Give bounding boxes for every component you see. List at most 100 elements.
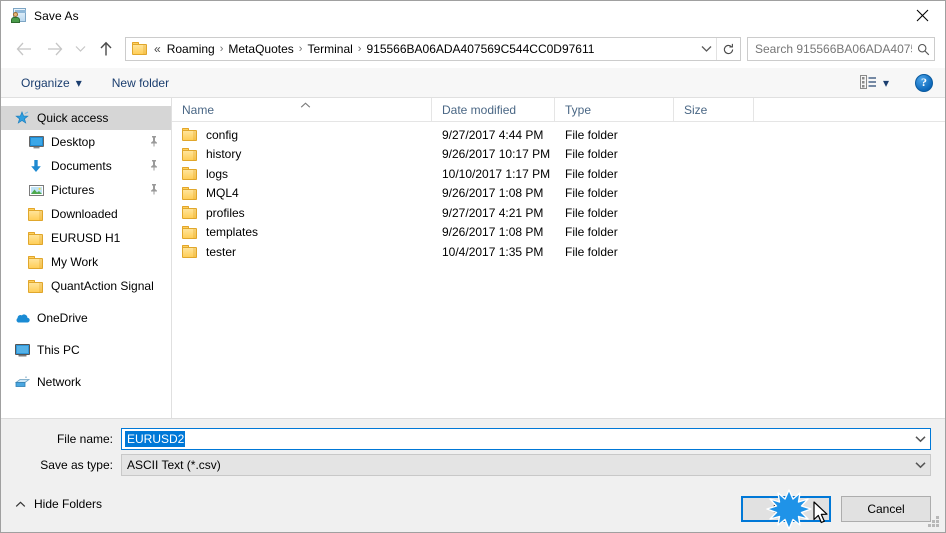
table-row[interactable]: MQL4 9/26/2017 1:08 PM File folder: [172, 184, 945, 204]
table-row[interactable]: history 9/26/2017 10:17 PM File folder: [172, 145, 945, 165]
hide-folders-button[interactable]: Hide Folders: [15, 493, 102, 515]
table-row[interactable]: config 9/27/2017 4:44 PM File folder: [172, 125, 945, 145]
file-type-cell: File folder: [565, 225, 618, 240]
table-row[interactable]: templates 9/26/2017 1:08 PM File folder: [172, 223, 945, 243]
file-name-label: tester: [206, 244, 237, 259]
save-button-label: Save: [772, 502, 800, 516]
pin-icon[interactable]: [149, 135, 159, 150]
file-date-cell: 9/26/2017 1:08 PM: [442, 225, 544, 240]
help-button[interactable]: ?: [915, 73, 933, 92]
up-button[interactable]: [91, 34, 121, 64]
close-button[interactable]: [899, 1, 945, 30]
sidebar-item-label: This PC: [37, 343, 80, 357]
column-header-size[interactable]: Size: [674, 98, 754, 122]
table-row[interactable]: tester 10/4/2017 1:35 PM File folder: [172, 242, 945, 262]
folder-icon: [182, 128, 198, 142]
search-input[interactable]: Search 915566BA06ADA40756...: [755, 42, 912, 56]
folder-icon: [182, 245, 198, 259]
file-name-cell: profiles: [172, 206, 432, 220]
title-bar: Save As: [1, 1, 945, 30]
chevron-down-icon[interactable]: [911, 429, 930, 449]
file-name-label: MQL4: [206, 186, 239, 201]
search-box[interactable]: Search 915566BA06ADA40756...: [747, 37, 935, 61]
sidebar-item-this-pc[interactable]: This PC: [1, 338, 171, 362]
save-as-type-select[interactable]: ASCII Text (*.csv): [121, 454, 931, 476]
sidebar-item-pictures[interactable]: Pictures: [1, 178, 171, 202]
search-icon: [912, 43, 934, 56]
chevron-up-icon: [15, 500, 26, 508]
chevron-down-icon: ▾: [882, 75, 889, 90]
save-as-icon: [11, 7, 27, 24]
resize-grip[interactable]: [928, 516, 941, 529]
chevron-down-icon[interactable]: [911, 455, 930, 475]
folder-icon: [182, 167, 198, 181]
column-header-row: Name Date modified Type Size: [172, 98, 945, 122]
recent-locations-button[interactable]: [69, 34, 91, 64]
save-form: File name: EURUSD2 Save as type: ASCII T…: [1, 418, 945, 490]
dialog-footer: Hide Folders Save Cancel: [1, 490, 945, 532]
file-name-label: templates: [206, 225, 259, 240]
breadcrumb-item-metaquotes[interactable]: MetaQuotes: [224, 42, 297, 56]
sidebar-item-label: Pictures: [51, 183, 95, 197]
navigation-pane: Quick access Desktop Documents Pictures …: [1, 98, 172, 418]
file-type-cell: File folder: [565, 244, 618, 259]
breadcrumb-item-current[interactable]: 915566BA06ADA407569C544CC0D97611: [362, 42, 598, 56]
sidebar-item-eurusd-h1[interactable]: EURUSD H1: [1, 226, 171, 250]
up-arrow-icon: [100, 41, 112, 56]
file-type-cell: File folder: [565, 166, 618, 181]
back-arrow-icon: [16, 42, 31, 56]
file-name-value: EURUSD2: [125, 431, 186, 447]
column-header-date-modified[interactable]: Date modified: [432, 98, 555, 122]
sidebar-item-my-work[interactable]: My Work: [1, 250, 171, 274]
file-name-cell: MQL4: [172, 186, 432, 200]
sidebar-item-desktop[interactable]: Desktop: [1, 130, 171, 154]
address-dropdown-button[interactable]: [696, 38, 716, 60]
column-header-label: Name: [182, 102, 215, 117]
cancel-button[interactable]: Cancel: [841, 496, 931, 522]
sidebar-item-documents[interactable]: Documents: [1, 154, 171, 178]
save-button[interactable]: Save: [741, 496, 831, 522]
folder-icon: [182, 147, 198, 161]
column-header-type[interactable]: Type: [555, 98, 674, 122]
address-bar[interactable]: « Roaming › MetaQuotes › Terminal › 9155…: [125, 37, 741, 61]
organize-button[interactable]: Organize ▾: [13, 71, 90, 95]
forward-button[interactable]: [39, 34, 69, 64]
cancel-button-label: Cancel: [867, 502, 905, 516]
sidebar-item-downloaded[interactable]: Downloaded: [1, 202, 171, 226]
new-folder-button[interactable]: New folder: [104, 71, 177, 95]
file-date-cell: 10/10/2017 1:17 PM: [442, 166, 551, 181]
close-icon: [916, 9, 928, 22]
folder-icon: [182, 206, 198, 220]
sidebar-item-quick-access[interactable]: Quick access: [1, 106, 171, 130]
folder-icon: [28, 230, 44, 246]
file-name-input[interactable]: EURUSD2: [121, 428, 931, 450]
file-name-label: File name:: [56, 432, 113, 446]
folder-icon: [28, 254, 44, 270]
sidebar-item-quantaction-signal[interactable]: QuantAction Signal: [1, 274, 171, 298]
view-options-button[interactable]: ▾: [854, 71, 895, 95]
table-row[interactable]: profiles 9/27/2017 4:21 PM File folder: [172, 203, 945, 223]
breadcrumb-item-roaming[interactable]: Roaming: [163, 42, 219, 56]
back-button[interactable]: [9, 34, 39, 64]
star-pin-icon: [14, 110, 30, 126]
pin-icon[interactable]: [149, 183, 159, 198]
column-header-label: Size: [684, 102, 708, 117]
sidebar-item-label: Documents: [51, 159, 112, 173]
breadcrumb-item-terminal[interactable]: Terminal: [303, 42, 356, 56]
breadcrumb-overflow[interactable]: «: [152, 42, 163, 56]
help-icon: ?: [921, 75, 927, 89]
refresh-button[interactable]: [716, 38, 740, 60]
pin-icon[interactable]: [149, 159, 159, 174]
file-date-cell: 9/27/2017 4:44 PM: [442, 127, 544, 142]
folder-icon: [182, 186, 198, 200]
table-row[interactable]: logs 10/10/2017 1:17 PM File folder: [172, 164, 945, 184]
sidebar-item-onedrive[interactable]: OneDrive: [1, 306, 171, 330]
column-header-name[interactable]: Name: [172, 98, 432, 122]
sidebar-item-network[interactable]: Network: [1, 370, 171, 394]
file-name-cell: config: [172, 128, 432, 142]
sidebar-item-label: My Work: [51, 255, 99, 269]
file-name-label: profiles: [206, 205, 245, 220]
